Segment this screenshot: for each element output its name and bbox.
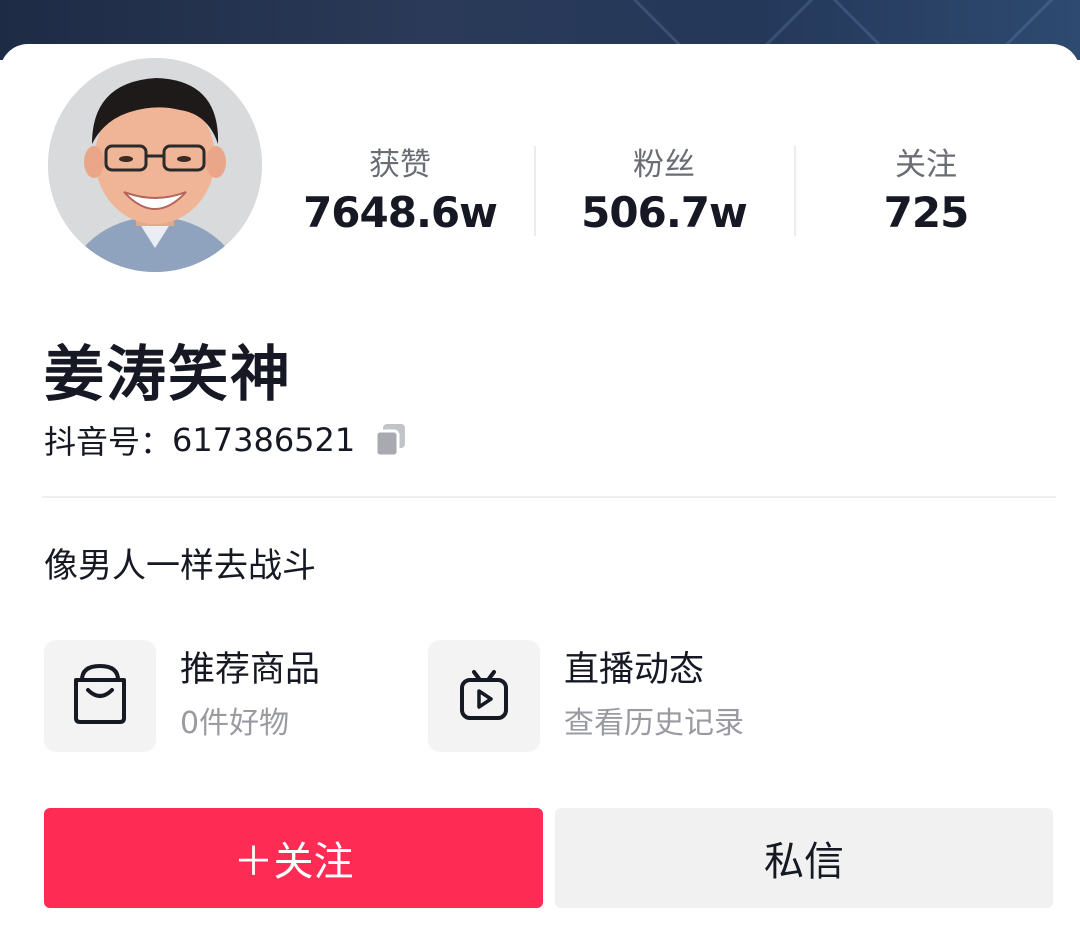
- stat-fans-value: 506.7w: [581, 188, 748, 237]
- profile-bio: 像男人一样去战斗: [44, 546, 316, 586]
- entry-subtitle: 0件好物: [180, 706, 290, 741]
- entry-recommended-products[interactable]: 推荐商品 0件好物: [44, 640, 320, 752]
- stat-fans-label: 粉丝: [633, 147, 695, 183]
- stat-following-value: 725: [883, 188, 970, 237]
- profile-card: 获赞 7648.6w 粉丝 506.7w 关注 725 姜涛笑神 抖音号： 61…: [0, 44, 1080, 936]
- avatar-photo: [48, 58, 262, 272]
- stat-likes-label: 获赞: [369, 147, 431, 183]
- stat-following-label: 关注: [895, 147, 957, 183]
- tv-play-icon: [428, 640, 540, 752]
- avatar[interactable]: [40, 50, 270, 280]
- stats-row: 获赞 7648.6w 粉丝 506.7w 关注 725: [270, 144, 1070, 239]
- douyin-id-label: 抖音号：: [44, 423, 173, 461]
- stat-likes[interactable]: 获赞 7648.6w: [270, 144, 530, 240]
- profile-name: 姜涛笑神: [44, 340, 292, 410]
- douyin-id-value: 617386521: [172, 421, 356, 459]
- stat-following[interactable]: 关注 725: [796, 144, 1056, 240]
- message-button[interactable]: 私信: [555, 808, 1053, 908]
- stat-fans[interactable]: 粉丝 506.7w: [534, 144, 794, 240]
- entry-title: 推荐商品: [180, 650, 321, 690]
- follow-button[interactable]: ＋关注: [44, 808, 543, 908]
- entry-title: 直播动态: [564, 650, 705, 690]
- entry-live-activity[interactable]: 直播动态 查看历史记录: [428, 640, 744, 752]
- shopping-bag-icon: [44, 640, 156, 752]
- stat-likes-value: 7648.6w: [303, 188, 498, 237]
- entry-subtitle: 查看历史记录: [564, 706, 744, 741]
- divider: [42, 496, 1056, 498]
- copy-icon[interactable]: [373, 422, 409, 458]
- douyin-id-row: 抖音号： 617386521: [44, 418, 409, 462]
